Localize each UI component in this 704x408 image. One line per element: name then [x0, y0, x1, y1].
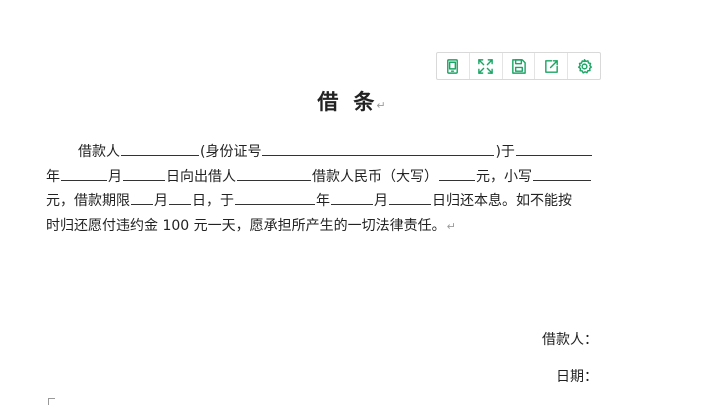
- day-blank-1[interactable]: [123, 165, 165, 181]
- borrower-text: 借款人: [78, 144, 120, 160]
- term-day-blank[interactable]: [169, 189, 191, 205]
- settings-button[interactable]: [568, 53, 600, 79]
- amount-uppercase-text: 借款人民币（大写）: [312, 168, 438, 185]
- document-body: 借款人 (身份证号)于 年月日向出借人 借款人民币（大写） 元，小写 元，借款期限月日…: [46, 140, 606, 239]
- document-title: 借条↵: [0, 86, 704, 116]
- document-view-button[interactable]: [437, 53, 470, 79]
- lender-text: 日向出借人: [166, 168, 236, 185]
- year-text-1: 年: [46, 168, 60, 185]
- repay-year-text: 年: [316, 193, 330, 209]
- save-button[interactable]: [503, 53, 536, 79]
- title-char-1: 借: [317, 90, 340, 114]
- title-char-2: 条: [353, 90, 376, 114]
- paragraph-mark-2: ↵: [446, 219, 456, 233]
- year-blank-1[interactable]: [515, 140, 592, 156]
- repay-day-text: 日归还本息。如不能按: [432, 193, 572, 209]
- repay-month-blank[interactable]: [331, 189, 373, 205]
- fullscreen-button[interactable]: [470, 53, 503, 79]
- borrower-signature-label: 借款人：: [542, 332, 598, 348]
- loan-term-text: 元，借款期限: [46, 193, 130, 209]
- penalty-text: 时归还愿付违约金 100 元一天，愿承担所产生的一切法律责任。: [46, 217, 446, 234]
- month-text-1: 月: [108, 168, 122, 185]
- repay-day-blank[interactable]: [389, 189, 431, 205]
- lender-blank[interactable]: [237, 165, 311, 181]
- amount-lowercase-text: 元，小写: [476, 168, 532, 185]
- id-number-blank[interactable]: [262, 140, 495, 156]
- page-corner-mark: [48, 398, 55, 405]
- body-line-2: 年 月 日向出借人 借款人民币（大写） 元，小写: [46, 165, 606, 190]
- borrower-blank[interactable]: [121, 140, 199, 156]
- repay-at-text: 日，于: [192, 193, 234, 209]
- share-button[interactable]: [535, 53, 569, 79]
- body-line-1: 借款人 (身份证号 )于: [46, 140, 606, 165]
- gear-icon: [577, 58, 592, 74]
- paragraph-mark: ↵: [376, 99, 387, 112]
- document-icon: [447, 58, 459, 74]
- at-text: )于: [495, 144, 515, 160]
- term-month-blank[interactable]: [131, 189, 153, 205]
- amount-lowercase-blank[interactable]: [533, 165, 591, 181]
- fullscreen-icon: [478, 58, 494, 74]
- body-line-4: 时归还愿付违约金 100 元一天，愿承担所产生的一切法律责任。↵: [46, 214, 606, 240]
- repay-month-text: 月: [374, 193, 388, 209]
- term-month-text: 月: [154, 193, 168, 209]
- save-icon: [512, 58, 526, 74]
- month-blank-1[interactable]: [61, 165, 107, 181]
- amount-uppercase-blank[interactable]: [439, 165, 475, 181]
- body-line-3: 元，借款期限 月 日，于 年 月 日归还本息。如不能按: [46, 189, 606, 214]
- repay-year-blank[interactable]: [235, 189, 315, 205]
- share-icon: [544, 59, 558, 73]
- document-toolbar: [436, 52, 601, 80]
- id-number-text: (身份证号: [200, 144, 262, 160]
- date-signature-label: 日期：: [556, 369, 598, 385]
